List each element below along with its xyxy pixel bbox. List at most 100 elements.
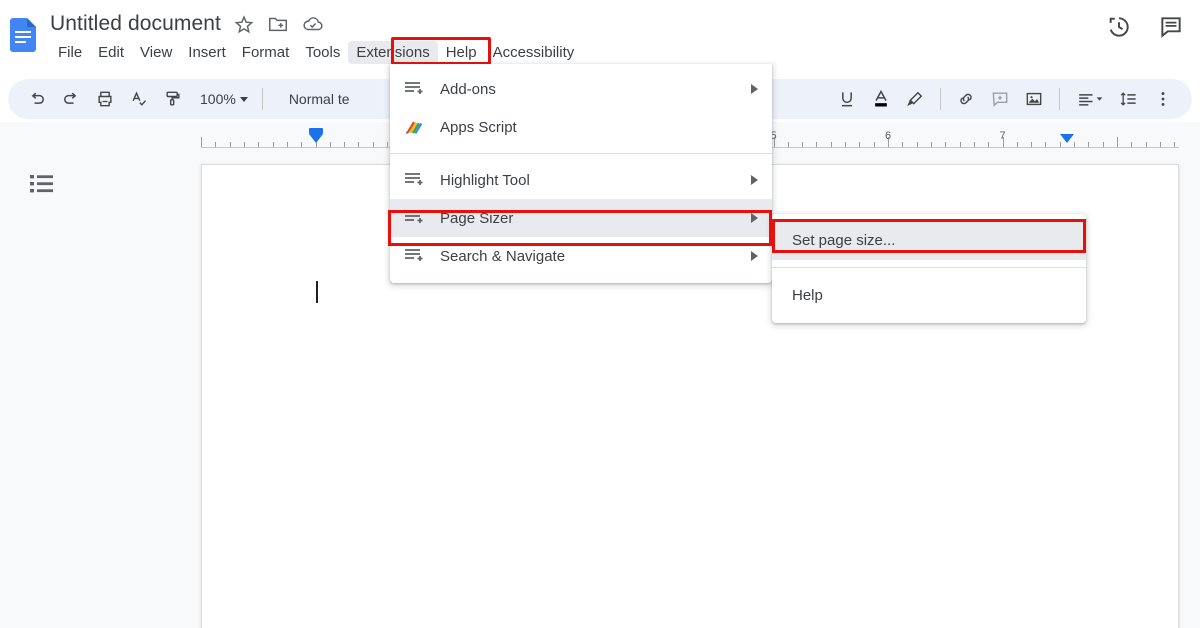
ruler-minor-tick (358, 142, 360, 147)
ruler-minor-tick (1174, 142, 1176, 147)
ruler-minor-tick (1074, 142, 1076, 147)
ruler-minor-tick (1031, 142, 1033, 147)
menu-item-add-ons[interactable]: Add-ons (390, 70, 772, 108)
ruler-minor-tick (959, 142, 961, 147)
ruler-minor-tick (973, 142, 975, 147)
ruler-minor-tick (802, 142, 804, 147)
menu-accessibility[interactable]: Accessibility (485, 41, 583, 64)
paragraph-style-value: Normal te (288, 91, 350, 107)
ruler-minor-tick (1088, 142, 1090, 147)
underline-icon[interactable] (832, 84, 862, 114)
google-docs-window: Untitled document File Edit View Insert … (0, 0, 1200, 628)
star-icon[interactable] (233, 13, 255, 35)
move-to-folder-icon[interactable] (267, 13, 289, 35)
ruler-minor-tick (816, 142, 818, 147)
comment-history-icon[interactable] (1158, 14, 1184, 40)
left-indent-marker[interactable] (308, 134, 323, 143)
submenu-item-set-page-size[interactable]: Set page size... (772, 220, 1086, 260)
apps-script-icon (404, 116, 430, 138)
ruler-minor-tick (859, 142, 861, 147)
more-options-icon[interactable] (1148, 84, 1178, 114)
submenu-arrow-icon (751, 251, 758, 261)
zoom-value: 100% (200, 91, 236, 107)
submenu-arrow-icon (751, 175, 758, 185)
right-indent-marker[interactable] (1059, 134, 1074, 143)
ruler-minor-tick (372, 142, 374, 147)
menu-edit[interactable]: Edit (90, 41, 132, 64)
menu-insert[interactable]: Insert (180, 41, 234, 64)
menu-help[interactable]: Help (438, 41, 485, 64)
ruler-minor-tick (845, 142, 847, 147)
submenu-item-help[interactable]: Help (772, 275, 1086, 315)
submenu-arrow-icon (751, 84, 758, 94)
add-comment-icon[interactable] (985, 84, 1015, 114)
menu-view[interactable]: View (132, 41, 180, 64)
docs-file-icon[interactable] (10, 18, 36, 52)
align-icon[interactable] (1070, 84, 1110, 114)
paint-format-icon[interactable] (158, 84, 188, 114)
menu-item-label: Page Sizer (440, 209, 514, 227)
spelling-check-icon[interactable] (124, 84, 154, 114)
paragraph-style-dropdown[interactable]: Normal te (281, 85, 358, 113)
addon-list-icon (404, 245, 430, 267)
toolbar-divider (261, 88, 263, 110)
version-history-icon[interactable] (1106, 14, 1132, 40)
ruler-minor-tick (916, 142, 918, 147)
cloud-saved-icon[interactable] (301, 13, 323, 35)
menu-separator (390, 153, 772, 154)
ruler-minor-tick (1102, 142, 1104, 147)
line-spacing-icon[interactable] (1114, 84, 1144, 114)
ruler-minor-tick (301, 142, 303, 147)
menu-item-apps-script[interactable]: Apps Script (390, 108, 772, 146)
zoom-control[interactable]: 100% (194, 85, 254, 113)
menu-format[interactable]: Format (234, 41, 298, 64)
ruler-minor-tick (1145, 142, 1147, 147)
ruler-minor-tick (830, 142, 832, 147)
ruler-minor-tick (215, 142, 217, 147)
ruler-minor-tick (272, 142, 274, 147)
insert-image-icon[interactable] (1019, 84, 1049, 114)
menu-bar: File Edit View Insert Format Tools Exten… (50, 38, 582, 66)
toolbar-divider (1059, 88, 1060, 110)
menu-separator (772, 267, 1086, 268)
submenu-item-label: Set page size... (792, 231, 896, 249)
ruler-minor-tick (229, 142, 231, 147)
addon-list-icon (404, 207, 430, 229)
menu-item-label: Apps Script (440, 118, 517, 136)
extensions-dropdown-menu: Add-ons Apps Script Highlight Tool Page … (390, 64, 772, 283)
redo-icon[interactable] (56, 84, 86, 114)
document-outline-icon[interactable] (24, 166, 60, 202)
menu-file[interactable]: File (50, 41, 90, 64)
menu-item-search-and-navigate[interactable]: Search & Navigate (390, 237, 772, 275)
submenu-item-label: Help (792, 286, 823, 304)
ruler-minor-tick (387, 142, 389, 147)
menu-extensions[interactable]: Extensions (348, 40, 438, 64)
ruler-minor-tick (902, 142, 904, 147)
addon-list-icon (404, 78, 430, 100)
ruler-major-tick (1117, 137, 1118, 147)
document-title-row: Untitled document (50, 8, 323, 40)
ruler-minor-tick (787, 142, 789, 147)
ruler-minor-tick (945, 142, 947, 147)
insert-link-icon[interactable] (951, 84, 981, 114)
page-title[interactable]: Untitled document (50, 12, 221, 36)
addon-list-icon (404, 169, 430, 191)
submenu-arrow-icon (751, 213, 758, 223)
menu-tools[interactable]: Tools (297, 41, 348, 64)
print-icon[interactable] (90, 84, 120, 114)
ruler-minor-tick (286, 142, 288, 147)
highlight-color-icon[interactable] (900, 84, 930, 114)
ruler-minor-tick (243, 142, 245, 147)
ruler-minor-tick (930, 142, 932, 147)
ruler-minor-tick (1045, 142, 1047, 147)
menu-item-label: Add-ons (440, 80, 496, 98)
menu-item-highlight-tool[interactable]: Highlight Tool (390, 161, 772, 199)
undo-icon[interactable] (22, 84, 52, 114)
menu-item-label: Search & Navigate (440, 247, 566, 265)
menu-item-page-sizer[interactable]: Page Sizer (390, 199, 772, 237)
ruler-minor-tick (1159, 142, 1161, 147)
ruler-minor-tick (329, 142, 331, 147)
text-color-icon[interactable] (866, 84, 896, 114)
ruler-number: 7 (999, 130, 1006, 142)
ruler-minor-tick (258, 142, 260, 147)
